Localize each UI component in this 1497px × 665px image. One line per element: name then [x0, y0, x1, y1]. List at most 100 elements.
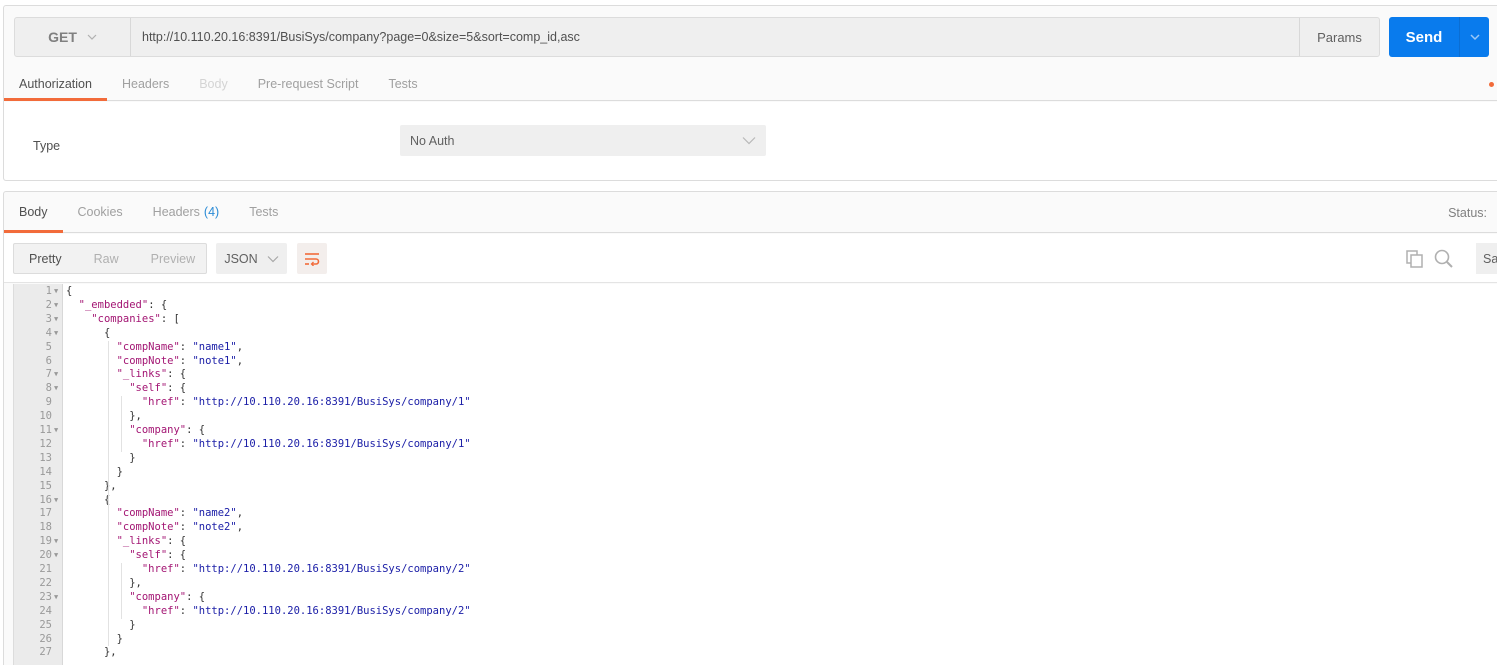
json-key: "href" [141, 437, 180, 450]
json-string: "name2" [192, 507, 237, 520]
auth-type-select[interactable]: No Auth [400, 125, 766, 156]
url-input[interactable] [131, 18, 1299, 56]
tab-response-headers[interactable]: Headers (4) [138, 192, 235, 232]
code-line: 1 ▼ { [14, 285, 1414, 299]
json-punctuation: : { [167, 382, 187, 395]
line-number: 20 [39, 549, 52, 562]
code-line: 23 ▼ "company": { [14, 591, 1414, 605]
json-string: "http://10.110.20.16:8391/BusiSys/compan… [192, 563, 471, 575]
code-line: 20 ▼ "self": { [14, 549, 1414, 563]
code-text: } [66, 466, 123, 480]
indent-guide [120, 396, 122, 452]
params-button[interactable]: Params [1299, 18, 1379, 56]
code-text: "_links": { [66, 535, 187, 549]
tab-tests[interactable]: Tests [373, 68, 432, 100]
line-number: 27 [39, 646, 52, 659]
line-number: 9 [45, 396, 52, 409]
code-text: { [66, 285, 72, 299]
fold-toggle-icon[interactable]: ▼ [54, 382, 62, 396]
code-line: 24 "href": "http://10.110.20.16:8391/Bus… [14, 605, 1414, 619]
save-response-button[interactable]: Sa [1476, 243, 1497, 274]
status-label: Status: [1448, 206, 1487, 220]
json-punctuation: { [66, 285, 73, 297]
json-punctuation: { [103, 493, 111, 506]
line-number: 14 [39, 465, 52, 478]
code-line: 19 ▼ "_links": { [14, 535, 1414, 549]
json-key: "href" [141, 396, 180, 409]
fold-toggle-icon[interactable]: ▼ [54, 327, 62, 341]
view-preview-button[interactable]: Preview [135, 252, 211, 266]
response-toolbar: Pretty Raw Preview JSON Sa [4, 234, 1497, 283]
tab-test-results[interactable]: Tests [234, 192, 293, 232]
cookies-indicator-icon[interactable] [1489, 82, 1494, 87]
request-panel: GET Params Send Authorization Headers Bo… [3, 5, 1497, 181]
json-key: "_embedded" [78, 298, 149, 311]
json-string: "http://10.110.20.16:8391/BusiSys/compan… [192, 604, 471, 617]
code-text: } [66, 633, 123, 647]
wrap-lines-button[interactable] [297, 243, 327, 274]
code-text: "self": { [66, 382, 186, 396]
send-dropdown-button[interactable] [1459, 17, 1489, 57]
line-number: 1 [45, 285, 52, 297]
json-punctuation: } [129, 618, 136, 631]
json-punctuation: : { [186, 424, 206, 436]
auth-type-label: Type [33, 139, 61, 153]
view-raw-button[interactable]: Raw [78, 252, 135, 266]
code-line: 26 } [14, 633, 1414, 647]
fold-toggle-icon[interactable]: ▼ [54, 299, 62, 313]
json-punctuation: }, [129, 410, 142, 423]
auth-type-value: No Auth [410, 133, 455, 148]
tab-response-body[interactable]: Body [4, 192, 63, 233]
line-number: 6 [45, 354, 52, 367]
tab-body[interactable]: Body [184, 68, 243, 100]
json-key: "company" [129, 424, 187, 436]
search-icon[interactable] [1434, 249, 1454, 269]
method-select[interactable]: GET [15, 18, 131, 56]
copy-icon[interactable] [1406, 250, 1424, 268]
json-punctuation: { [103, 326, 111, 339]
code-text: "company": { [66, 424, 205, 438]
code-text: "company": { [66, 591, 205, 605]
fold-toggle-icon[interactable]: ▼ [54, 424, 62, 438]
fold-toggle-icon[interactable]: ▼ [54, 368, 62, 382]
fold-toggle-icon[interactable]: ▼ [54, 591, 62, 605]
code-line: 18 "compNote": "note2", [14, 521, 1414, 535]
fold-toggle-icon[interactable]: ▼ [54, 285, 62, 299]
code-text: }, [66, 646, 117, 660]
fold-toggle-icon[interactable]: ▼ [54, 494, 62, 508]
request-tabs: Authorization Headers Body Pre-request S… [4, 68, 1497, 101]
code-text: "companies": [ [66, 313, 180, 327]
tab-authorization[interactable]: Authorization [4, 68, 107, 101]
line-number: 19 [39, 535, 52, 548]
json-punctuation: : { [186, 590, 206, 603]
code-line: 9 "href": "http://10.110.20.16:8391/Busi… [14, 396, 1414, 410]
code-line: 17 "compName": "name2", [14, 507, 1414, 521]
json-key: "compName" [116, 507, 180, 520]
response-body-editor[interactable]: 1 ▼{2 ▼ "_embedded": {3 ▼ "companies": [4 ▼ … [13, 284, 1497, 665]
method-label: GET [48, 29, 77, 45]
code-text: "_links": { [66, 368, 187, 382]
fold-toggle-icon[interactable]: ▼ [54, 313, 62, 327]
line-number: 11 [39, 424, 52, 436]
json-key: "company" [129, 590, 187, 603]
json-punctuation: : [179, 563, 193, 575]
view-pretty-button[interactable]: Pretty [14, 252, 78, 266]
fold-toggle-icon[interactable]: ▼ [54, 535, 62, 549]
chevron-down-icon [742, 137, 756, 145]
code-line: 11 ▼ "company": { [14, 424, 1414, 438]
tab-pre-request-script[interactable]: Pre-request Script [243, 68, 374, 100]
format-select[interactable]: JSON [216, 243, 287, 274]
chevron-down-icon [87, 34, 97, 40]
json-key: "companies" [91, 312, 161, 325]
json-punctuation: : { [167, 549, 187, 562]
response-panel: Body Cookies Headers(4) Tests Status:200… [3, 191, 1497, 665]
view-mode-group: Pretty Raw Preview [13, 243, 207, 274]
send-button[interactable]: Send [1389, 17, 1459, 57]
fold-toggle-icon[interactable]: ▼ [54, 549, 62, 563]
tab-headers[interactable]: Headers [107, 68, 184, 100]
code-text: "href": "http://10.110.20.16:8391/BusiSy… [66, 438, 471, 452]
indent-guide [120, 563, 122, 619]
json-string: "note1" [192, 354, 237, 367]
tab-cookies[interactable]: Cookies [63, 192, 138, 232]
line-number: 21 [39, 563, 52, 575]
